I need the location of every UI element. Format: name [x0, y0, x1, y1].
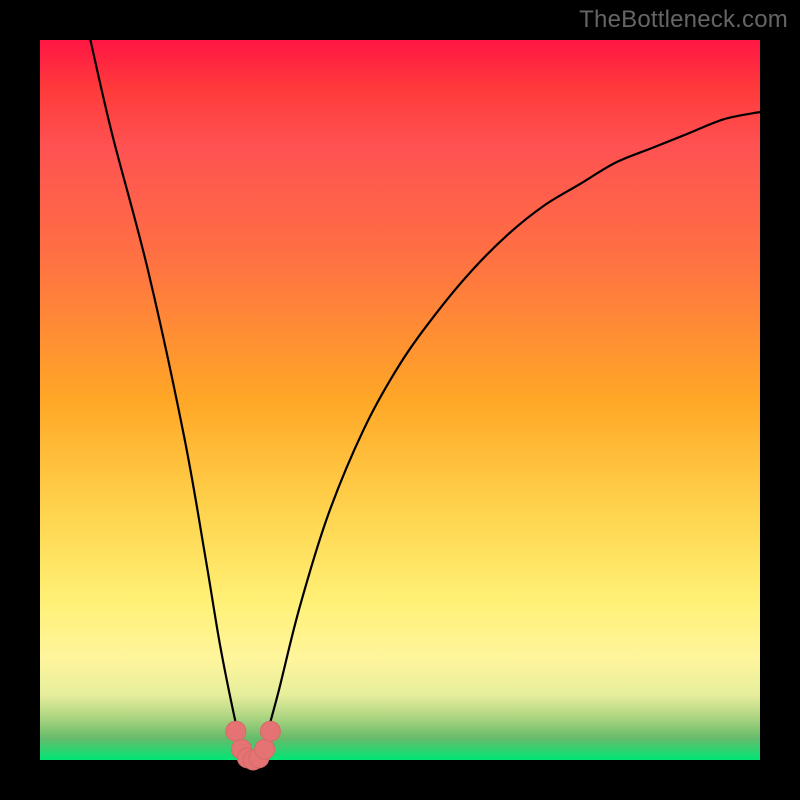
plot-area	[40, 40, 760, 760]
min-marker	[226, 721, 246, 741]
chart-frame: TheBottleneck.com	[0, 0, 800, 800]
curve-svg	[40, 40, 760, 760]
watermark-text: TheBottleneck.com	[579, 6, 788, 34]
minimum-markers	[226, 721, 281, 770]
min-marker	[255, 739, 275, 759]
bottleneck-curve	[90, 40, 760, 762]
min-marker	[260, 721, 280, 741]
